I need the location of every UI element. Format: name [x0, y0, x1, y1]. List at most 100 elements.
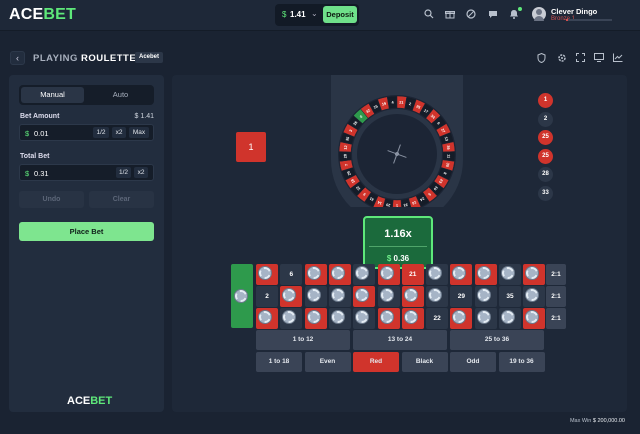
wheel-pocket-label: 28 — [343, 154, 347, 158]
number-cell[interactable]: 21 — [401, 264, 424, 285]
double-button[interactable]: x2 — [134, 167, 148, 178]
logo-text-ace: ACE — [67, 395, 91, 407]
half-button[interactable]: 1/2 — [116, 167, 131, 178]
chip-icon — [429, 289, 442, 301]
wheel-pocket-label: 11 — [446, 154, 450, 158]
chip-icon — [502, 311, 514, 323]
outside-bet-button[interactable]: Even — [304, 352, 351, 372]
chip-icon — [380, 267, 393, 279]
wheel-pocket-label: 1 — [396, 204, 398, 208]
max-win-value: $ 200,000.00 — [592, 418, 625, 424]
chip-icon — [429, 267, 442, 279]
mode-tabs: Manual Auto — [19, 85, 154, 105]
column-bet-cell[interactable]: 2:1 — [546, 308, 566, 329]
search-icon[interactable] — [423, 9, 435, 21]
chip-icon — [331, 311, 344, 323]
multiplier-divider — [369, 246, 427, 247]
double-button[interactable]: x2 — [112, 127, 126, 138]
outside-bet-button[interactable]: Red — [353, 352, 399, 372]
back-button[interactable]: ‹ — [10, 51, 25, 65]
username[interactable]: Clever Dingo — [551, 7, 597, 16]
column-bet-cell[interactable]: 2:1 — [546, 286, 566, 307]
dollar-icon: $ — [25, 129, 30, 138]
max-win-label: Max Win — [569, 418, 592, 424]
payout-currency: $ — [386, 254, 392, 263]
dozen-bet-button[interactable]: 1 to 12 — [256, 330, 350, 350]
chip-icon — [380, 311, 393, 323]
chip-icon — [307, 311, 320, 323]
chip-icon — [307, 289, 320, 301]
chip-icon — [331, 289, 344, 301]
chat-icon[interactable] — [487, 9, 499, 21]
total-bet-field[interactable]: $ 0.31 1/2 x2 — [19, 164, 154, 181]
page-title: PLAYING ROULETTE — [33, 53, 136, 64]
multiplier-value: 1.16x — [384, 228, 412, 240]
chip-icon — [502, 267, 514, 279]
logo-text-bet: BET — [43, 6, 76, 23]
rewards-icon[interactable] — [465, 9, 477, 21]
wallet-currency: $ — [282, 10, 287, 19]
wheel-pocket-label: 30 — [445, 162, 450, 167]
tab-auto[interactable]: Auto — [89, 87, 152, 103]
history-result: 1 — [538, 93, 553, 108]
max-button[interactable]: Max — [129, 127, 149, 138]
payout-value: $ 0.36 — [365, 254, 431, 263]
total-bet-value: 0.31 — [34, 169, 49, 178]
number-cell[interactable]: 22 — [426, 308, 449, 329]
number-cell[interactable]: 2 — [256, 286, 278, 307]
dozen-bet-button[interactable]: 25 to 36 — [450, 330, 544, 350]
chip-icon — [259, 267, 271, 279]
page-title-prefix: PLAYING — [33, 53, 78, 64]
payout-amount: 0.36 — [393, 254, 410, 263]
theatre-mode-icon[interactable] — [591, 51, 606, 65]
chip-icon — [477, 311, 490, 323]
chip-icon — [259, 311, 271, 323]
wheel-pocket-label: 20 — [386, 202, 391, 207]
acebet-logo[interactable]: ACEBET — [9, 6, 76, 24]
chip-icon — [404, 289, 417, 301]
number-cell[interactable]: 29 — [450, 286, 473, 307]
outside-bet-button[interactable]: Odd — [450, 352, 496, 372]
clear-button[interactable]: Clear — [89, 191, 154, 208]
chip-icon — [477, 267, 490, 279]
logo-text-ace: ACE — [9, 6, 44, 23]
deposit-button[interactable]: Deposit — [323, 6, 357, 23]
top-bar: ACEBET $ 1.41 ⌄ Deposit Clever Dingo Bro… — [0, 0, 640, 31]
chip-icon — [235, 290, 247, 302]
history-result: 33 — [538, 186, 553, 201]
history-result: 2 — [538, 111, 553, 127]
dollar-icon: $ — [25, 169, 30, 178]
balance-display: $ 1.41 — [134, 113, 154, 120]
dozen-bet-button[interactable]: 13 to 24 — [353, 330, 447, 350]
gear-icon[interactable] — [554, 51, 569, 65]
chip-icon — [331, 267, 344, 279]
number-cell[interactable]: 6 — [280, 264, 303, 285]
notification-dot — [518, 7, 522, 11]
chip-icon — [307, 267, 320, 279]
fullscreen-icon[interactable] — [573, 51, 588, 65]
bet-amount-field[interactable]: $ 0.01 1/2 x2 Max — [19, 124, 154, 141]
outside-bet-button[interactable]: Black — [401, 352, 448, 372]
outside-bet-button[interactable]: 1 to 18 — [256, 352, 302, 372]
place-bet-button[interactable]: Place Bet — [19, 222, 154, 241]
gift-icon[interactable] — [444, 9, 456, 21]
history-result: 25 — [538, 148, 553, 164]
avatar[interactable] — [532, 7, 546, 21]
shield-icon[interactable] — [534, 51, 549, 65]
wheel-pocket-label: 36 — [446, 145, 451, 150]
chevron-down-icon: ⌄ — [311, 9, 318, 18]
number-cell[interactable]: 35 — [499, 286, 521, 307]
bet-amount-label: Bet Amount — [20, 113, 60, 120]
outside-bet-button[interactable]: 19 to 36 — [498, 352, 545, 372]
chip-icon — [404, 311, 417, 323]
column-bet-cell[interactable]: 2:1 — [546, 264, 566, 285]
stats-icon[interactable] — [610, 51, 625, 65]
half-button[interactable]: 1/2 — [93, 127, 109, 138]
undo-button[interactable]: Undo — [19, 191, 84, 208]
chip-icon — [380, 289, 393, 301]
last-result: 1 — [236, 132, 266, 162]
total-bet-label: Total Bet — [20, 153, 50, 160]
rank-progress-fill — [566, 19, 568, 21]
rank-progress-bar — [566, 19, 612, 21]
tab-manual[interactable]: Manual — [21, 87, 84, 103]
